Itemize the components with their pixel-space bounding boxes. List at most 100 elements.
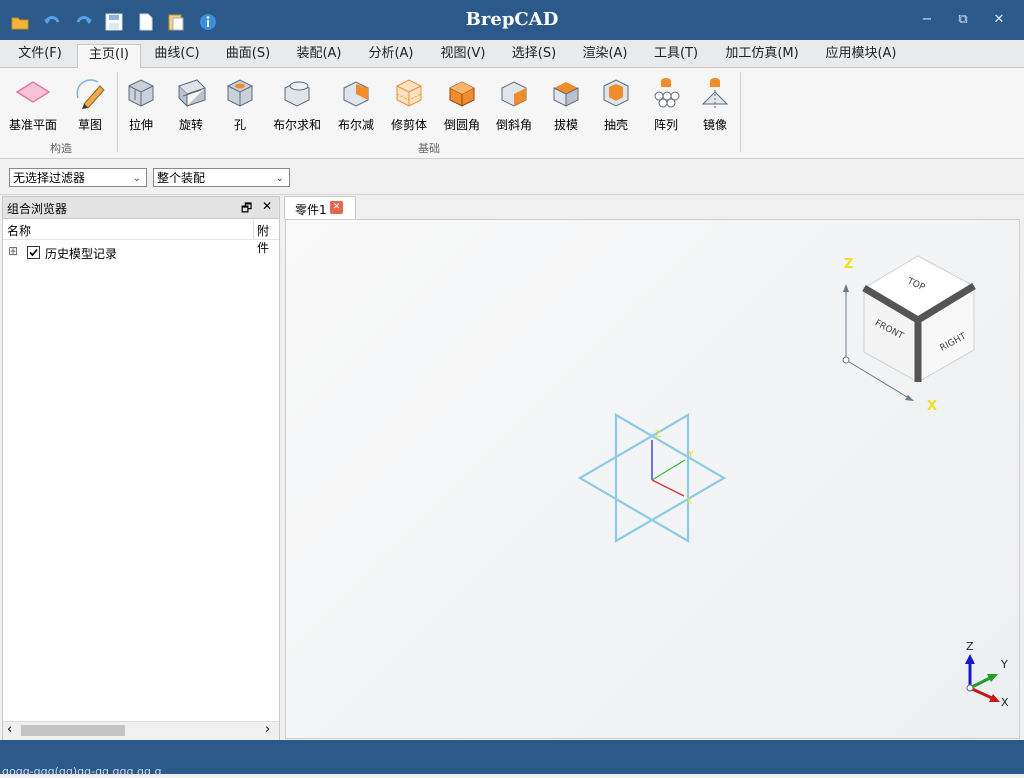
mirror-button[interactable]: 镜像 — [688, 70, 742, 134]
title-bar: BrepCAD − ⧉ ✕ — [0, 0, 1024, 40]
axis-triad: Z Y X — [965, 640, 1009, 709]
pattern-icon — [654, 78, 680, 108]
tree-expand-icon[interactable]: ⊞ — [8, 244, 18, 258]
view-cube-z-label: Z — [844, 257, 853, 272]
scope-value: 整个装配 — [157, 171, 206, 185]
revolve-button[interactable]: 旋转 — [164, 70, 218, 134]
tab-surface[interactable]: 曲面(S) — [217, 44, 279, 66]
tab-home[interactable]: 主页(I) — [77, 44, 141, 68]
group-label-construct: 构造 — [50, 142, 72, 155]
menu-tab-bar: 文件(F) 主页(I) 曲线(C) 曲面(S) 装配(A) 分析(A) 视图(V… — [0, 40, 1024, 68]
pattern-label: 阵列 — [653, 118, 678, 132]
ribbon-separator — [740, 72, 741, 152]
history-checkbox[interactable] — [27, 246, 40, 259]
3d-viewport[interactable]: Z Y X Z X TOP FRONT RIGHT Z Y X — [285, 219, 1020, 739]
boolean-subtract-button[interactable]: 布尔减 — [329, 70, 383, 134]
boolean-union-label: 布尔求和 — [272, 118, 321, 132]
panel-title: 组合浏览器 — [7, 202, 68, 216]
tree-item-label: 历史模型记录 — [45, 247, 118, 261]
mirror-label: 镜像 — [702, 118, 727, 132]
scrollbar-thumb[interactable] — [21, 725, 125, 736]
tab-render[interactable]: 渲染(A) — [574, 44, 636, 66]
column-name[interactable]: 名称 — [7, 222, 31, 239]
hole-button[interactable]: 孔 — [213, 70, 267, 134]
chamfer-label: 倒斜角 — [495, 118, 532, 132]
datum-plane-button[interactable]: 基准平面 — [6, 70, 60, 134]
fillet-icon — [449, 81, 475, 107]
status-bar: ɑoɑɑ-ɑɑɑ(ɑɑ)ɑɑ-ɑɑ ɑɑɑ ɑɑ ɑ — [0, 740, 1024, 778]
sketch-icon — [76, 79, 105, 109]
tab-assembly[interactable]: 装配(A) — [288, 44, 350, 66]
draft-button[interactable]: 拔模 — [539, 70, 593, 134]
selection-filter-dropdown[interactable]: 无选择过滤器 ⌄ — [9, 168, 147, 187]
tab-machining-simulation[interactable]: 加工仿真(M) — [716, 44, 808, 66]
trim-body-button[interactable]: 修剪体 — [382, 70, 436, 134]
revolve-label: 旋转 — [178, 118, 203, 132]
tab-view[interactable]: 视图(V) — [432, 44, 494, 66]
trim-body-label: 修剪体 — [390, 118, 427, 132]
tree-item-history[interactable]: ⊞ 历史模型记录 — [7, 244, 247, 262]
status-text: ɑoɑɑ-ɑɑɑ(ɑɑ)ɑɑ-ɑɑ ɑɑɑ ɑɑ ɑ — [2, 765, 162, 778]
extrude-icon — [128, 79, 154, 107]
column-attachment[interactable]: 附件 — [257, 222, 279, 256]
close-panel-icon[interactable]: ✕ — [262, 199, 272, 213]
minimize-button[interactable]: − — [916, 10, 938, 30]
mirror-icon — [701, 78, 729, 108]
ribbon: 基准平面 草图 构造 拉伸 旋转 孔 布尔求和 布尔减 修剪体 倒圆角 倒斜角 … — [0, 68, 1024, 159]
view-cube[interactable]: Z X TOP FRONT RIGHT — [834, 250, 994, 420]
boolean-subtract-icon — [343, 81, 369, 107]
tab-application-modules[interactable]: 应用模块(A) — [818, 44, 904, 66]
filter-bar: 无选择过滤器 ⌄ 整个装配 ⌄ — [0, 160, 1024, 195]
shell-icon — [603, 79, 629, 107]
shell-label: 抽壳 — [603, 118, 628, 132]
scope-dropdown[interactable]: 整个装配 ⌄ — [153, 168, 290, 187]
scroll-left-icon[interactable]: ‹ — [7, 722, 12, 737]
tab-curve[interactable]: 曲线(C) — [146, 44, 208, 66]
close-tab-icon[interactable]: ✕ — [330, 201, 343, 214]
boolean-subtract-label: 布尔减 — [337, 118, 374, 132]
sketch-label: 草图 — [77, 118, 102, 132]
view-cube-x-label: X — [927, 399, 937, 414]
extrude-label: 拉伸 — [128, 118, 153, 132]
float-panel-icon[interactable]: 🗗 — [241, 199, 252, 220]
chevron-down-icon: ⌄ — [132, 173, 141, 184]
restore-button[interactable]: ⧉ — [952, 10, 974, 30]
sketch-button[interactable]: 草图 — [63, 70, 117, 134]
draft-label: 拔模 — [553, 118, 578, 132]
tab-analysis[interactable]: 分析(A) — [360, 44, 422, 66]
tab-tools[interactable]: 工具(T) — [645, 44, 707, 66]
triad-y-label: Y — [1000, 658, 1008, 671]
datum-plane-label: 基准平面 — [8, 118, 57, 132]
sketch-axis-y-label: Y — [687, 450, 694, 460]
chamfer-button[interactable]: 倒斜角 — [487, 70, 541, 134]
boolean-union-button[interactable]: 布尔求和 — [270, 70, 324, 134]
sketch-axis-x-label: X — [686, 497, 692, 507]
tab-file[interactable]: 文件(F) — [8, 44, 72, 66]
boolean-union-icon — [284, 81, 310, 107]
combo-browser-panel: 组合浏览器 🗗 ✕ 名称 附件 ⊞ 历史模型记录 ‹ › — [2, 196, 280, 740]
close-window-button[interactable]: ✕ — [988, 10, 1010, 30]
fillet-label: 倒圆角 — [443, 118, 480, 132]
datum-plane-icon — [15, 81, 51, 103]
sketch-axis-z-label: Z — [655, 430, 661, 440]
checkmark-icon — [29, 248, 38, 257]
extrude-button[interactable]: 拉伸 — [114, 70, 168, 134]
trim-body-icon — [396, 79, 422, 107]
fillet-button[interactable]: 倒圆角 — [435, 70, 489, 134]
chevron-down-icon: ⌄ — [275, 173, 284, 184]
horizontal-scrollbar[interactable]: ‹ › — [3, 721, 279, 740]
chamfer-icon — [501, 81, 527, 107]
triad-z-label: Z — [966, 640, 974, 653]
document-tab-label: 零件1 — [295, 203, 327, 217]
column-divider — [253, 219, 254, 239]
shell-button[interactable]: 抽壳 — [589, 70, 643, 134]
selection-filter-value: 无选择过滤器 — [13, 171, 86, 185]
document-tab[interactable]: 零件1 ✕ — [284, 196, 356, 219]
hole-icon — [227, 79, 253, 107]
sketch-plane-hexagram: Z Y X — [577, 413, 727, 543]
scroll-right-icon[interactable]: › — [265, 722, 270, 737]
tab-select[interactable]: 选择(S) — [503, 44, 565, 66]
revolve-icon — [178, 79, 206, 108]
pattern-button[interactable]: 阵列 — [639, 70, 693, 134]
triad-x-label: X — [1001, 696, 1009, 709]
